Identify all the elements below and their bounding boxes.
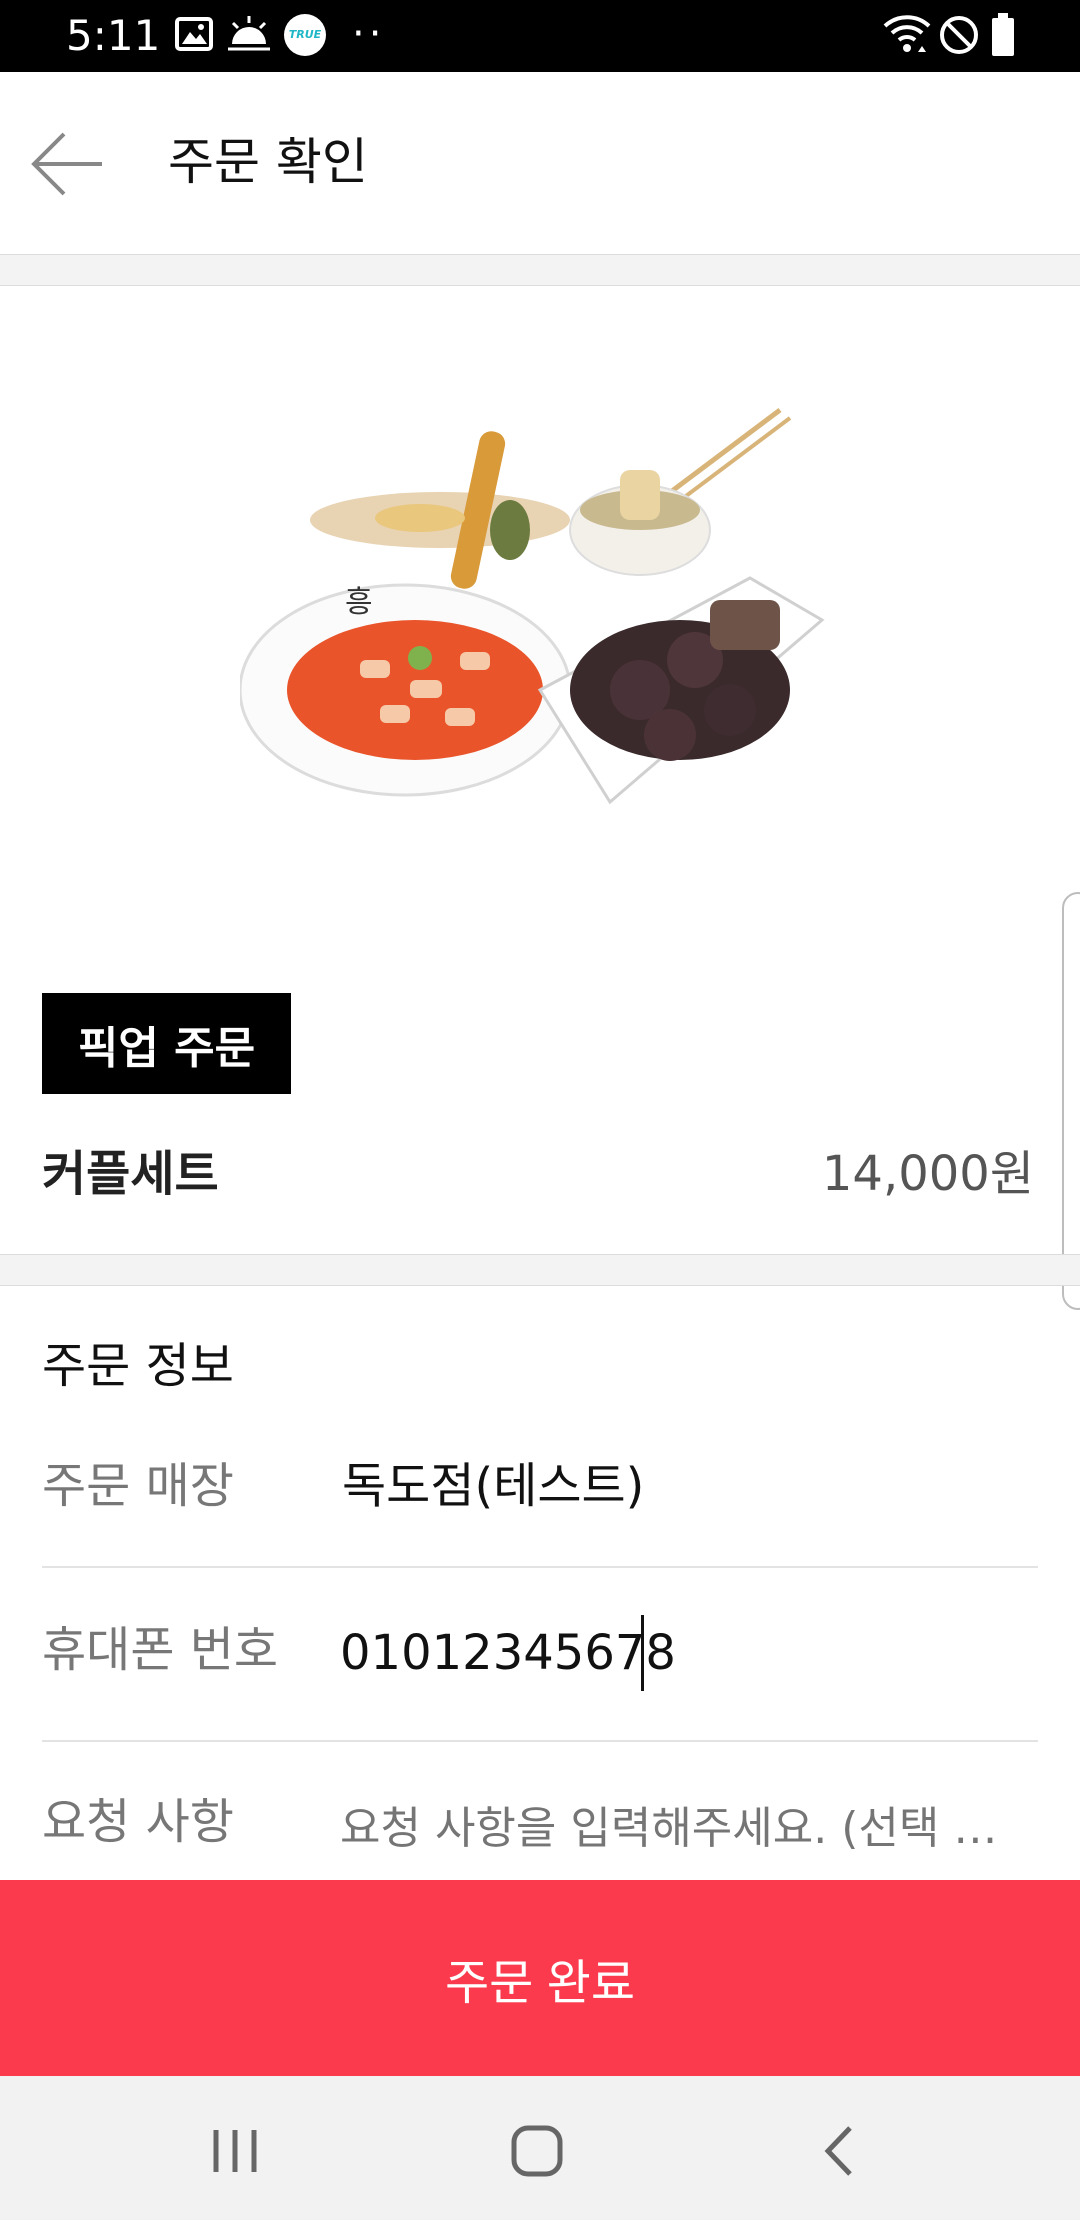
complete-order-button[interactable]: 주문 완료 [0, 1880, 1080, 2076]
back-icon[interactable] [806, 2116, 876, 2186]
store-label: 주문 매장 [42, 1458, 234, 1514]
order-info-title: 주문 정보 [42, 1338, 234, 1394]
svg-text:흥: 흥 [345, 585, 373, 620]
request-input[interactable] [340, 1793, 1030, 1863]
section-divider [0, 1254, 1080, 1286]
product-price: 14,000원 [821, 1146, 1034, 1202]
store-value: 독도점(테스트) [342, 1458, 645, 1514]
app-header: 주문 확인 [0, 72, 1080, 254]
food-set-image: 흥 [240, 408, 825, 805]
recent-apps-icon[interactable] [200, 2116, 270, 2186]
text-cursor [641, 1615, 644, 1691]
wifi-icon [883, 15, 931, 52]
pickup-order-badge: 픽업 주문 [42, 993, 291, 1094]
row-divider [42, 1566, 1038, 1568]
section-divider [0, 254, 1080, 286]
row-divider [42, 1740, 1038, 1742]
back-arrow-icon[interactable] [28, 124, 108, 204]
true-app-icon: TRUE [284, 14, 326, 56]
request-label: 요청 사항 [42, 1794, 234, 1850]
product-name: 커플세트 [42, 1146, 219, 1202]
phone-label: 휴대폰 번호 [42, 1622, 279, 1678]
status-time: 5:11 [66, 11, 161, 60]
more-notifications-icon: ·· [352, 11, 386, 57]
home-icon[interactable] [502, 2116, 572, 2186]
page-title: 주문 확인 [168, 133, 368, 191]
system-nav-bar [0, 2076, 1080, 2220]
scroll-handle[interactable] [1062, 892, 1080, 1310]
battery-icon [992, 13, 1014, 56]
phone-number-input[interactable] [340, 1618, 1020, 1688]
do-not-disturb-icon [940, 16, 978, 54]
gallery-icon [175, 17, 213, 51]
status-bar: 5:11 TRUE ·· [0, 0, 1080, 72]
weather-icon [228, 16, 270, 51]
